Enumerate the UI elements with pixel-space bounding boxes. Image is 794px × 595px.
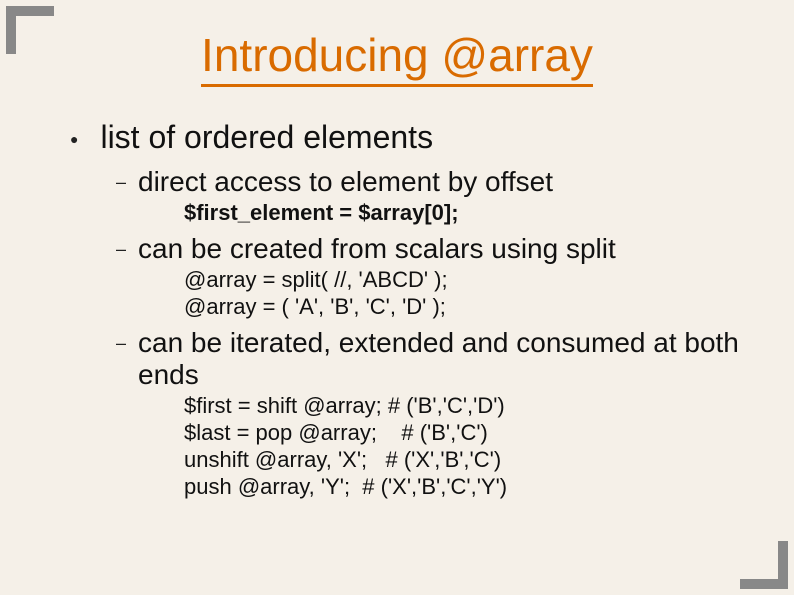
code-line: $first_element = $array[0];: [184, 200, 744, 227]
slide: Introducing @array list of ordered eleme…: [0, 0, 794, 595]
sub-bullet-text: can be created from scalars using split: [138, 233, 616, 265]
code-line: push @array, 'Y'; # ('X','B','C','Y'): [184, 474, 744, 501]
bullet-list: list of ordered elements – direct access…: [50, 119, 744, 501]
code-line: unshift @array, 'X'; # ('X','B','C'): [184, 447, 744, 474]
list-item: – can be created from scalars using spli…: [116, 233, 744, 321]
code-block: @array = split( //, 'ABCD' ); @array = (…: [116, 267, 744, 321]
sub-bullet-text: direct access to element by offset: [138, 166, 553, 198]
dash-icon: –: [116, 327, 138, 354]
code-line: $last = pop @array; # ('B','C'): [184, 420, 744, 447]
list-item: – can be iterated, extended and consumed…: [116, 327, 744, 501]
slide-title: Introducing @array: [201, 28, 593, 87]
list-item: list of ordered elements – direct access…: [70, 119, 744, 501]
sub-bullet-text: can be iterated, extended and consumed a…: [138, 327, 744, 391]
list-item: – direct access to element by offset $fi…: [116, 166, 744, 227]
code-block: $first_element = $array[0];: [116, 200, 744, 227]
code-block: $first = shift @array; # ('B','C','D') $…: [116, 393, 744, 500]
dash-icon: –: [116, 166, 138, 193]
code-line: $first = shift @array; # ('B','C','D'): [184, 393, 744, 420]
sub-list: – direct access to element by offset $fi…: [70, 166, 744, 501]
code-line: @array = ( 'A', 'B', 'C', 'D' );: [184, 294, 744, 321]
bullet-text: list of ordered elements: [100, 119, 433, 155]
code-line: @array = split( //, 'ABCD' );: [184, 267, 744, 294]
dash-icon: –: [116, 233, 138, 260]
